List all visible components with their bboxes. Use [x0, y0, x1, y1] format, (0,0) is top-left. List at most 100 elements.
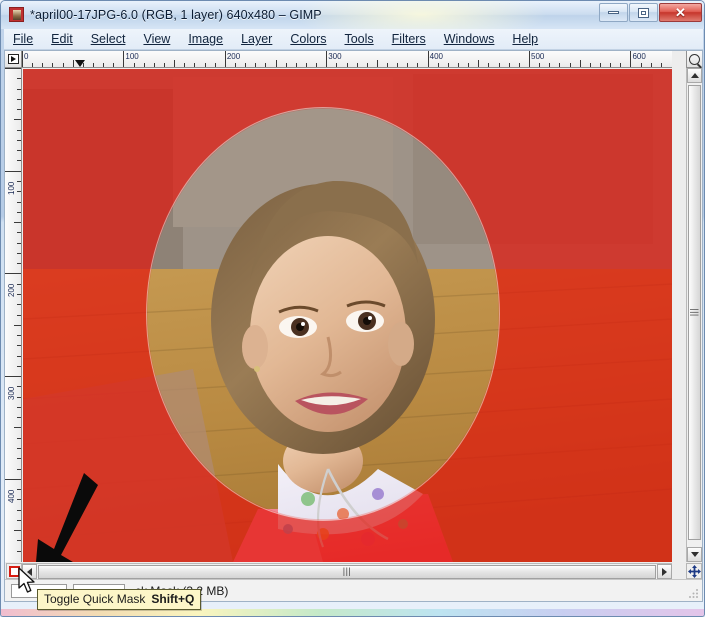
menu-view[interactable]: View: [134, 30, 179, 48]
vertical-scrollbar[interactable]: |||: [686, 68, 702, 562]
close-icon: ✕: [675, 5, 686, 20]
ruler-minor-tick: [17, 540, 21, 542]
menu-filters[interactable]: Filters: [383, 30, 435, 48]
ruler-major-tick: [5, 68, 21, 69]
ruler-major-tick: [5, 170, 21, 172]
scroll-right-button[interactable]: [657, 564, 672, 579]
ruler-minor-tick: [285, 63, 287, 67]
menu-colors[interactable]: Colors: [281, 30, 335, 48]
window-frame: *april00-17JPG-6.0 (RGB, 1 layer) 640x48…: [0, 0, 705, 617]
menu-layer[interactable]: Layer: [232, 30, 281, 48]
menu-view-label: View: [143, 32, 171, 46]
ruler-minor-tick: [478, 60, 480, 67]
menu-windows-label: Windows: [443, 32, 495, 46]
ruler-minor-tick: [569, 63, 571, 67]
menu-tools[interactable]: Tools: [335, 30, 382, 48]
ruler-minor-tick: [234, 63, 236, 67]
maximize-button[interactable]: [629, 3, 658, 22]
ruler-minor-tick: [518, 63, 520, 67]
ruler-minor-tick: [17, 499, 21, 501]
ruler-minor-tick: [407, 63, 409, 67]
menu-help[interactable]: Help: [503, 30, 547, 48]
close-button[interactable]: ✕: [659, 3, 702, 22]
ruler-minor-tick: [488, 63, 490, 67]
ruler-corner-button[interactable]: [5, 51, 22, 68]
ruler-minor-tick: [336, 63, 338, 67]
ruler-minor-tick: [447, 63, 449, 67]
menu-layer-label: Layer: [241, 32, 273, 46]
ruler-minor-tick: [17, 396, 21, 398]
ruler-minor-tick: [579, 60, 581, 67]
ruler-minor-tick: [14, 119, 21, 121]
ruler-minor-tick: [397, 63, 399, 67]
ruler-minor-tick: [17, 180, 21, 182]
quick-mask-icon: [8, 565, 20, 577]
menu-edit[interactable]: Edit: [42, 30, 82, 48]
menu-select[interactable]: Select: [82, 30, 135, 48]
vertical-ruler[interactable]: 100 200 300 400: [5, 68, 22, 562]
ruler-minor-tick: [17, 335, 21, 337]
scroll-left-button[interactable]: [22, 564, 37, 579]
image-canvas[interactable]: [23, 69, 672, 562]
title-bar: *april00-17JPG-6.0 (RGB, 1 layer) 640x48…: [1, 1, 704, 28]
ruler-position-marker: [75, 60, 85, 67]
ruler-major-tick: [326, 51, 328, 67]
ruler-minor-tick: [640, 63, 642, 67]
horizontal-scrollbar[interactable]: |||: [22, 563, 672, 579]
ruler-minor-tick: [559, 63, 561, 67]
ruler-minor-tick: [17, 417, 21, 419]
ruler-label: 200: [226, 52, 241, 61]
ruler-minor-tick: [417, 63, 419, 67]
menu-help-label: Help: [512, 32, 539, 46]
ruler-minor-tick: [17, 150, 21, 152]
ruler-minor-tick: [346, 63, 348, 67]
ruler-minor-tick: [14, 530, 21, 532]
ruler-minor-tick: [275, 60, 277, 67]
ruler-minor-tick: [17, 345, 21, 347]
ruler-minor-tick: [17, 252, 21, 254]
scroll-up-button[interactable]: [687, 68, 702, 83]
ruler-minor-tick: [265, 63, 267, 67]
horizontal-ruler[interactable]: 0 100 200 300 400 500 600: [22, 51, 672, 68]
navigate-move-icon: [687, 564, 701, 578]
quick-mask-toggle-button[interactable]: [6, 563, 22, 579]
zoom-follow-window-icon: [689, 53, 700, 65]
ruler-minor-tick: [14, 222, 21, 224]
menu-windows[interactable]: Windows: [435, 30, 504, 48]
scroll-grip-icon: |||: [342, 566, 352, 576]
ruler-minor-tick: [17, 365, 21, 367]
ruler-minor-tick: [316, 63, 318, 67]
ruler-major-tick: [5, 478, 21, 480]
gimp-wilber-icon: [9, 7, 24, 22]
ruler-minor-tick: [17, 448, 21, 450]
ruler-minor-tick: [113, 63, 115, 67]
ruler-minor-tick: [376, 60, 378, 67]
ruler-major-tick: [123, 51, 125, 67]
ruler-minor-tick: [17, 304, 21, 306]
ruler-minor-tick: [17, 509, 21, 511]
window-title: *april00-17JPG-6.0 (RGB, 1 layer) 640x48…: [30, 7, 322, 22]
ruler-minor-tick: [17, 437, 21, 439]
gimp-application-window: *april00-17JPG-6.0 (RGB, 1 layer) 640x48…: [0, 0, 705, 617]
ruler-minor-tick: [17, 160, 21, 162]
ruler-minor-tick: [17, 263, 21, 265]
horizontal-scroll-thumb[interactable]: |||: [38, 564, 656, 579]
menu-file[interactable]: File: [4, 30, 42, 48]
ruler-minor-tick: [610, 63, 612, 67]
ruler-minor-tick: [549, 63, 551, 67]
ruler-minor-tick: [539, 63, 541, 67]
ruler-label: 100: [125, 52, 139, 61]
ruler-label: 300: [328, 52, 342, 61]
ruler-major-tick: [630, 51, 632, 67]
menu-bar: File Edit Select View Image Layer Colors…: [4, 29, 703, 50]
resize-grip-icon[interactable]: [688, 587, 699, 598]
menu-image[interactable]: Image: [179, 30, 232, 48]
scroll-down-button[interactable]: [687, 547, 702, 562]
navigation-preview-button[interactable]: [686, 563, 702, 579]
zoom-follow-window-button[interactable]: [686, 51, 702, 68]
minimize-button[interactable]: [599, 3, 628, 22]
ruler-label: 0: [24, 52, 29, 61]
ruler-major-tick: [427, 51, 429, 67]
vertical-scroll-thumb[interactable]: |||: [688, 85, 701, 540]
menu-select-label: Select: [90, 32, 126, 46]
